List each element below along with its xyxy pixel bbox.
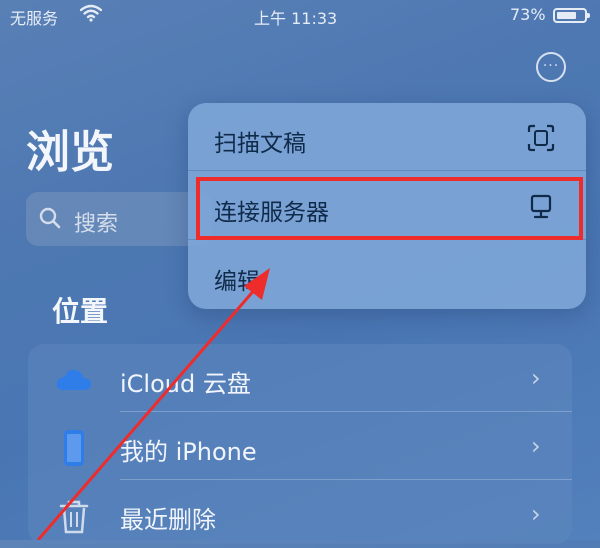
annotation-arrow bbox=[36, 268, 270, 540]
